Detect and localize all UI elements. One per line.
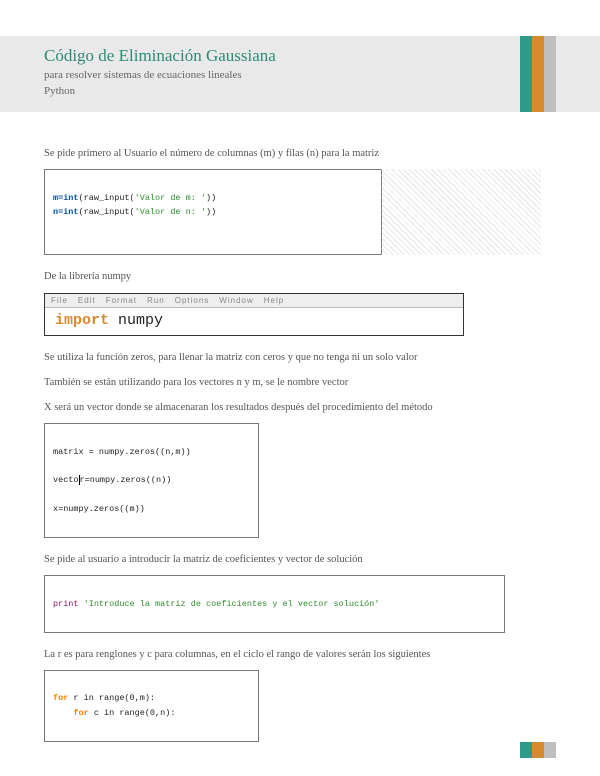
code-line: x=numpy.zeros((m)) — [53, 504, 145, 514]
menu-item-help: Help — [264, 296, 284, 305]
code-token: c in range(0,n): — [89, 708, 176, 718]
code-token: )) — [206, 207, 216, 217]
para-5: X será un vector donde se almacenaran lo… — [44, 400, 556, 415]
menu-item-window: Window — [219, 296, 253, 305]
menu-item-format: Format — [106, 296, 137, 305]
code-box-for: for r in range(0,m): for c in range(0,n)… — [44, 670, 259, 742]
code-token: (raw_input( — [79, 193, 135, 203]
import-line: import numpy — [45, 308, 463, 335]
code-token: n=int — [53, 207, 79, 217]
keyword-for: for — [53, 693, 68, 703]
doc-subtitle-1: para resolver sistemas de ecuaciones lin… — [44, 68, 556, 84]
para-3: Se utiliza la función zeros, para llenar… — [44, 350, 556, 365]
code-token: (raw_input( — [79, 207, 135, 217]
code-box-input-mn: m=int(raw_input('Valor de m: ')) n=int(r… — [44, 169, 382, 255]
code-token: =numpy.zeros((n)) — [85, 475, 172, 485]
document-page: Código de Eliminación Gaussiana para res… — [0, 0, 600, 776]
para-7: La r es para renglones y c para columnas… — [44, 647, 556, 662]
menu-item-options: Options — [175, 296, 210, 305]
code-token: m=int — [53, 193, 79, 203]
header-texts: Código de Eliminación Gaussiana para res… — [44, 46, 556, 100]
keyword-import: import — [55, 312, 109, 329]
code-token: vecto — [53, 475, 79, 485]
para-6: Se pide al usuario a introducir la matri… — [44, 552, 556, 567]
keyword-for: for — [73, 708, 88, 718]
module-numpy: numpy — [109, 312, 163, 329]
menu-item-file: File — [51, 296, 68, 305]
para-2: De la librería numpy — [44, 269, 556, 284]
code-box-zeros: matrix = numpy.zeros((n,m)) vector=numpy… — [44, 423, 259, 538]
stripe-orange — [532, 36, 544, 112]
selection-hatch — [381, 169, 541, 255]
code-token: r in range(0,m): — [68, 693, 155, 703]
code-token: )) — [206, 193, 216, 203]
footer-stripes — [520, 742, 556, 758]
editor-menubar: File Edit Format Run Options Window Help — [45, 294, 463, 308]
para-1: Se pide primero al Usuario el número de … — [44, 146, 556, 161]
menu-item-run: Run — [147, 296, 165, 305]
keyword-print: print — [53, 599, 79, 609]
stripe-teal — [520, 742, 532, 758]
menu-item-edit: Edit — [78, 296, 96, 305]
stripe-gray — [544, 742, 556, 758]
doc-title: Código de Eliminación Gaussiana — [44, 46, 556, 66]
code-box-print: print 'Introduce la matriz de coeficient… — [44, 575, 505, 632]
header-band: Código de Eliminación Gaussiana para res… — [0, 36, 600, 112]
code-token: 'Valor de n: ' — [135, 207, 206, 217]
para-4: También se están utilizando para los vec… — [44, 375, 556, 390]
code-line: matrix = numpy.zeros((n,m)) — [53, 447, 191, 457]
header-stripes — [520, 36, 556, 112]
stripe-orange — [532, 742, 544, 758]
code-token: 'Valor de m: ' — [135, 193, 206, 203]
stripe-teal — [520, 36, 532, 112]
editor-window: File Edit Format Run Options Window Help… — [44, 293, 464, 336]
code-string: 'Introduce la matriz de coeficientes y e… — [79, 599, 380, 609]
stripe-gray — [544, 36, 556, 112]
doc-subtitle-2: Python — [44, 84, 556, 100]
